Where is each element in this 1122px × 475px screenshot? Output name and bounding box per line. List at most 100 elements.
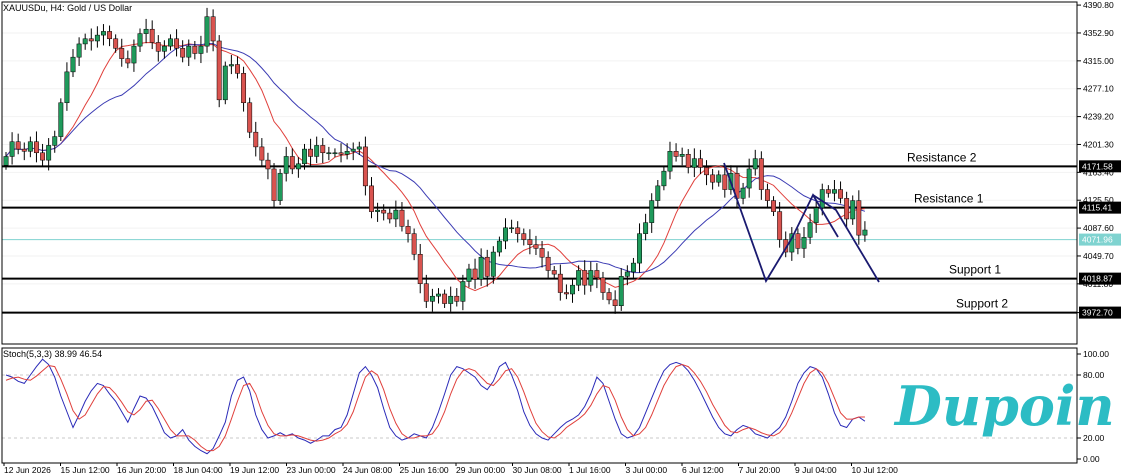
candle-body — [588, 270, 594, 286]
candle-body — [289, 156, 295, 170]
candle — [308, 138, 314, 167]
candle-body — [393, 209, 399, 220]
candle-body — [850, 200, 856, 220]
candle — [88, 28, 94, 51]
candle-body — [362, 146, 368, 187]
time-tick-label: 18 Jun 04:00 — [174, 465, 223, 475]
candle — [350, 142, 356, 161]
candle — [9, 132, 15, 165]
candle-body — [253, 131, 259, 148]
candle-body — [161, 45, 167, 52]
candle — [76, 37, 82, 66]
candle — [862, 221, 868, 242]
candle — [637, 223, 642, 273]
candle — [478, 248, 484, 286]
time-tick-label: 1 Jul 16:00 — [569, 465, 611, 475]
candle — [186, 39, 192, 66]
stoch-lines — [5, 358, 866, 455]
candle-body — [496, 240, 502, 253]
candle-body — [198, 45, 204, 54]
candle — [411, 228, 417, 261]
candle-body — [58, 102, 64, 137]
candle-body — [697, 158, 703, 168]
candle-body — [557, 273, 563, 293]
candle — [332, 148, 338, 158]
candle-body — [704, 167, 709, 176]
candle-body — [460, 281, 466, 302]
time-tick-label: 6 Jul 12:00 — [682, 465, 724, 475]
candle-body — [222, 65, 228, 101]
candle-body — [417, 254, 423, 284]
candle-body — [600, 277, 606, 293]
candle — [338, 143, 344, 163]
candle — [600, 271, 606, 300]
candle-body — [204, 16, 210, 47]
candle-body — [344, 151, 350, 155]
candle-body — [70, 56, 76, 73]
time-axis: 12 Jun 2026 15 Jun 12:00 16 Jun 20:00 18 Ju… — [3, 463, 898, 475]
candle — [82, 33, 88, 50]
candle — [289, 148, 295, 175]
candle — [630, 257, 636, 278]
candle-body — [283, 156, 289, 174]
candle — [545, 251, 551, 278]
candle — [588, 261, 594, 292]
candle — [326, 146, 332, 161]
candle — [685, 149, 691, 174]
candle — [612, 290, 618, 314]
candle-body — [34, 141, 39, 154]
candle — [429, 288, 435, 312]
candle-body — [277, 173, 283, 201]
candle — [448, 286, 454, 312]
candle — [795, 228, 801, 255]
level-name-1: Resistance 1 — [914, 192, 984, 206]
candle-body — [545, 256, 551, 271]
candle — [697, 149, 703, 175]
candle — [295, 157, 301, 178]
candle — [503, 218, 508, 250]
candle — [198, 35, 204, 64]
candle-body — [832, 189, 837, 194]
candle — [624, 265, 630, 286]
level-name-3: Support 2 — [956, 297, 1008, 311]
candles[interactable] — [3, 7, 868, 314]
candle — [52, 130, 58, 153]
chart-canvas: Resistance 2 Resistance 1 Support 1 Support… — [1, 0, 1121, 475]
candle-body — [259, 146, 265, 161]
candle-body — [801, 237, 807, 249]
main-frame — [1, 1, 1078, 345]
candle — [649, 193, 655, 233]
candle-body — [624, 271, 630, 277]
candle-body — [271, 168, 277, 201]
candle — [527, 229, 533, 255]
candle-body — [454, 295, 460, 302]
candle-body — [76, 43, 82, 58]
time-tick-label: 29 Jun 00:00 — [456, 465, 505, 475]
price-tick-label: 4087.60 — [1083, 223, 1114, 233]
candle — [417, 243, 423, 294]
time-tick-label: 9 Jul 04:00 — [795, 465, 837, 475]
candle — [143, 18, 149, 44]
candle-body — [771, 200, 776, 212]
dupoin-logo: Dupoin — [893, 374, 1115, 438]
candle — [758, 151, 764, 200]
candle — [369, 177, 374, 219]
candle-body — [838, 189, 843, 199]
candle-body — [308, 148, 314, 157]
candle — [661, 166, 667, 191]
candle — [704, 160, 709, 186]
candle — [521, 228, 527, 246]
candle — [570, 278, 575, 303]
candle — [271, 163, 277, 208]
candle-body — [131, 45, 137, 64]
candle — [825, 185, 831, 198]
candle-body — [521, 233, 527, 240]
candle-body — [375, 209, 381, 212]
candle-body — [101, 31, 106, 36]
candle-body — [302, 148, 307, 165]
candle-body — [155, 42, 161, 52]
candle-body — [247, 102, 253, 133]
candle — [155, 35, 161, 62]
candle — [582, 260, 588, 295]
candle — [746, 158, 752, 198]
